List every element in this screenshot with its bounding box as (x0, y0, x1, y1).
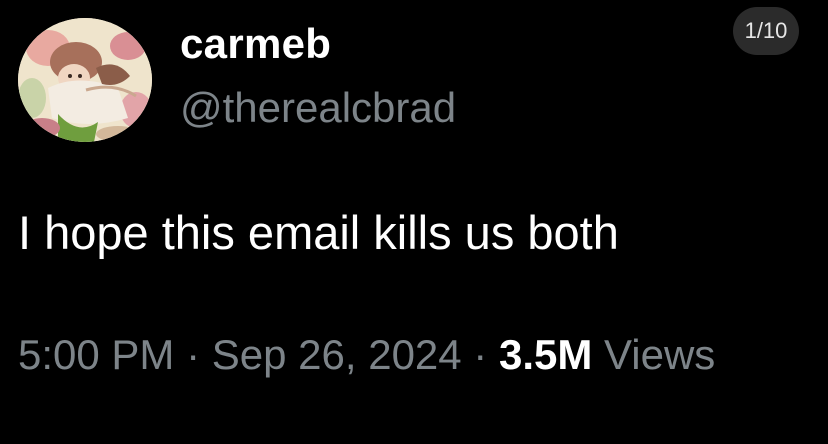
avatar-illustration-icon (18, 18, 152, 142)
tweet-date[interactable]: Sep 26, 2024 (212, 331, 462, 378)
meta-separator: · (174, 331, 212, 378)
page-counter-badge: 1/10 (733, 7, 799, 55)
display-name[interactable]: carmeb (180, 20, 331, 68)
tweet-meta: 5:00 PM · Sep 26, 2024 · 3.5M Views (18, 330, 828, 380)
tweet-time[interactable]: 5:00 PM (18, 331, 174, 378)
views-count[interactable]: 3.5M (499, 331, 592, 378)
views-label: Views (592, 331, 716, 378)
user-handle[interactable]: @therealcbrad (180, 84, 456, 132)
avatar[interactable] (18, 18, 152, 142)
meta-separator: · (461, 331, 499, 378)
tweet-text: I hope this email kills us both (18, 206, 619, 259)
